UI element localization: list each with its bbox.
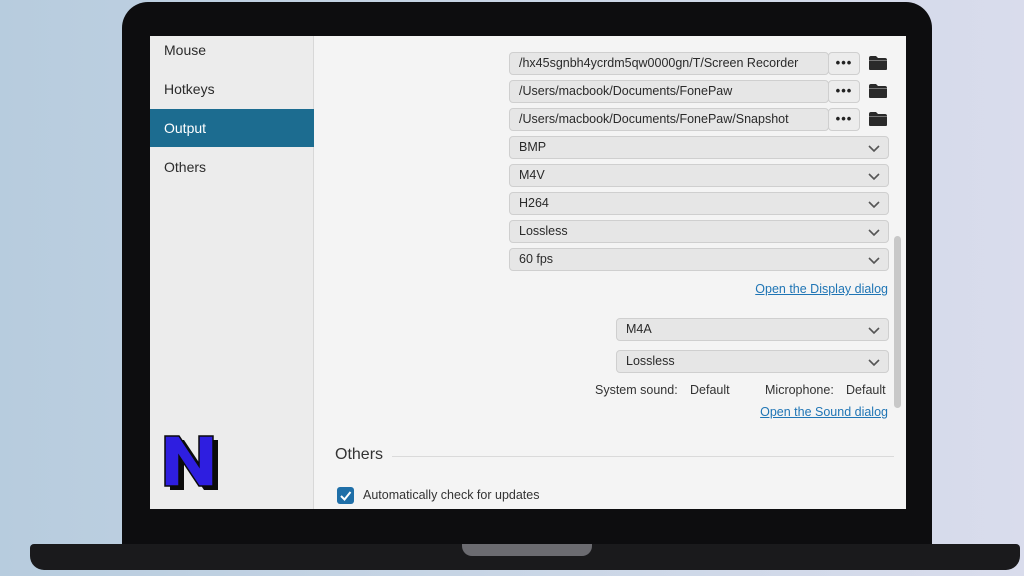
audio-quality-select[interactable]: Lossless — [616, 350, 889, 373]
preferences-window: Mouse Hotkeys Output Others Location of … — [150, 36, 906, 509]
system-sound-value: Default — [690, 383, 730, 397]
video-codec-value: H264 — [519, 196, 549, 210]
output-panel: Location of temporary files: /hx45sgnbh4… — [314, 36, 906, 509]
temp-files-browse-button[interactable]: ••• — [828, 52, 860, 75]
microphone-label: Microphone: — [765, 383, 834, 397]
sidebar-item-others[interactable]: Others — [150, 148, 314, 186]
chevron-down-icon — [868, 257, 880, 265]
audio-format-value: M4A — [626, 322, 652, 336]
screenshot-format-select[interactable]: BMP — [509, 136, 889, 159]
video-quality-value: Lossless — [519, 224, 568, 238]
section-divider — [392, 456, 894, 457]
sidebar-item-mouse[interactable]: Mouse — [150, 36, 314, 69]
chevron-down-icon — [868, 145, 880, 153]
chevron-down-icon — [868, 229, 880, 237]
temp-files-folder-icon[interactable] — [868, 55, 888, 71]
output-files-path-field[interactable]: /Users/macbook/Documents/FonePaw — [509, 80, 829, 103]
chevron-down-icon — [868, 173, 880, 181]
system-sound-label: System sound: — [595, 383, 678, 397]
microphone-value: Default — [846, 383, 886, 397]
video-quality-select[interactable]: Lossless — [509, 220, 889, 243]
auto-update-label: Automatically check for updates — [363, 488, 540, 502]
video-codec-select[interactable]: H264 — [509, 192, 889, 215]
scrollbar[interactable] — [894, 236, 901, 408]
laptop-notch — [462, 544, 592, 556]
screenshot-files-folder-icon[interactable] — [868, 111, 888, 127]
checkmark-icon — [340, 491, 352, 501]
frame-rate-select[interactable]: 60 fps — [509, 248, 889, 271]
chevron-down-icon — [868, 327, 880, 335]
chevron-down-icon — [868, 201, 880, 209]
audio-format-select[interactable]: M4A — [616, 318, 889, 341]
sidebar-item-hotkeys[interactable]: Hotkeys — [150, 70, 314, 108]
open-display-dialog-link[interactable]: Open the Display dialog — [755, 282, 888, 296]
auto-update-checkbox[interactable] — [337, 487, 354, 504]
output-files-folder-icon[interactable] — [868, 83, 888, 99]
sidebar: Mouse Hotkeys Output Others — [150, 36, 314, 509]
frame-rate-value: 60 fps — [519, 252, 554, 266]
video-format-value: M4V — [519, 168, 545, 182]
screenshot-files-browse-button[interactable]: ••• — [828, 108, 860, 131]
sidebar-item-output[interactable]: Output — [150, 109, 314, 147]
output-files-browse-button[interactable]: ••• — [828, 80, 860, 103]
screenshot-format-value: BMP — [519, 140, 547, 154]
open-sound-dialog-link[interactable]: Open the Sound dialog — [760, 405, 888, 419]
chevron-down-icon — [868, 359, 880, 367]
audio-quality-value: Lossless — [626, 354, 675, 368]
others-section-title: Others — [335, 446, 384, 463]
n-logo-icon — [164, 435, 218, 490]
screenshot-files-path-field[interactable]: /Users/macbook/Documents/FonePaw/Snapsho… — [509, 108, 829, 131]
video-format-select[interactable]: M4V — [509, 164, 889, 187]
temp-files-path-field[interactable]: /hx45sgnbh4ycrdm5qw0000gn/T/Screen Recor… — [509, 52, 829, 75]
